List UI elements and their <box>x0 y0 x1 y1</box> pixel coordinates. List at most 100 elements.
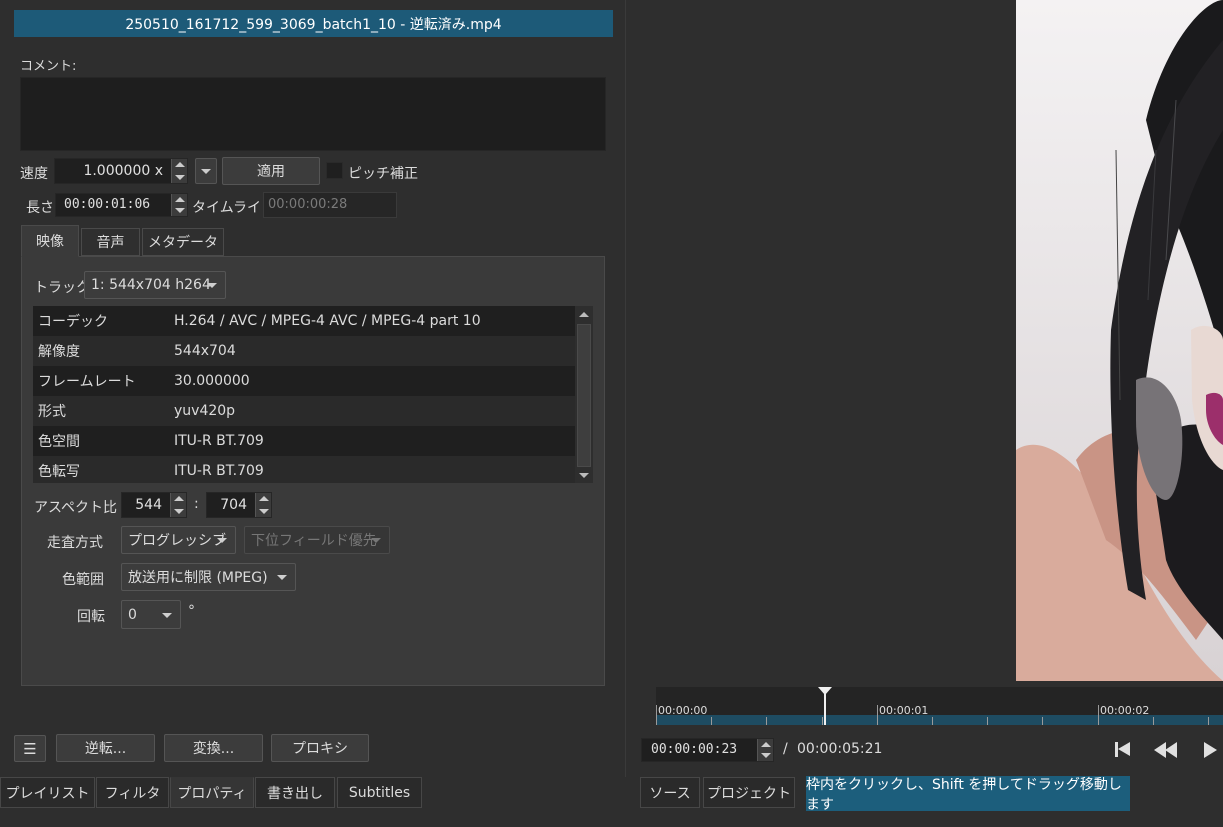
duration-spinbox[interactable]: 00:00:01:06 <box>55 193 188 217</box>
table-row: コーデック H.264 / AVC / MPEG-4 AVC / MPEG-4 p… <box>33 306 575 336</box>
table-cell-value: 30.000000 <box>174 373 250 389</box>
tab-source[interactable]: ソース <box>640 777 700 808</box>
table-cell-value: 544x704 <box>174 343 236 359</box>
aspect-width-arrows[interactable] <box>170 493 186 517</box>
pitch-checkbox[interactable] <box>326 162 343 179</box>
table-scrollbar[interactable] <box>575 306 593 483</box>
comment-label: コメント: <box>20 59 77 74</box>
position-spin-arrows[interactable] <box>757 739 773 761</box>
table-row: 解像度 544x704 <box>33 336 575 366</box>
table-cell-key: フレームレート <box>38 374 136 390</box>
table-cell-key: 色空間 <box>38 434 80 450</box>
chevron-down-icon <box>217 538 227 543</box>
table-row: フレームレート 30.000000 <box>33 366 575 396</box>
status-text: 枠内をクリックし、Shift を押してドラッグ移動します <box>806 776 1122 813</box>
table-cell-key: 色転写 <box>38 464 80 480</box>
timeline-ruler[interactable]: 00:00:00 00:00:01 00:00:02 <box>656 687 1223 725</box>
tab-audio[interactable]: 音声 <box>81 228 140 256</box>
tab-subtitles[interactable]: Subtitles <box>337 777 422 808</box>
video-frame <box>1016 0 1223 681</box>
ruler-minor-tick <box>822 717 823 725</box>
clip-title-bar: 250510_161712_599_3069_batch1_10 - 逆転済み.… <box>14 10 613 37</box>
timeline-duration-value: 00:00:00:28 <box>268 197 348 212</box>
color-range-label: 色範囲 <box>62 572 104 588</box>
video-viewer[interactable] <box>627 0 1223 681</box>
tab-properties[interactable]: プロパティ <box>170 777 254 808</box>
scroll-thumb[interactable] <box>577 324 591 467</box>
rewind-icon[interactable] <box>1154 742 1178 758</box>
duration-label: 長さ <box>26 200 54 216</box>
skip-to-start-icon[interactable] <box>1115 741 1131 758</box>
track-label: トラック <box>34 280 90 296</box>
ruler-minor-tick <box>1153 717 1154 725</box>
rotation-unit: ° <box>188 603 195 619</box>
aspect-label: アスペクト比 <box>34 500 118 516</box>
speed-value: 1.000000 x <box>83 163 163 179</box>
speed-spinbox[interactable]: 1.000000 x <box>54 158 188 184</box>
rotation-value: 0 <box>128 606 137 623</box>
scroll-up-icon[interactable] <box>579 312 589 317</box>
tab-video[interactable]: 映像 <box>21 225 79 257</box>
clip-title: 250510_161712_599_3069_batch1_10 - 逆転済み.… <box>125 16 502 33</box>
proxy-button[interactable]: プロキシ <box>271 734 369 762</box>
aspect-height-spinbox[interactable]: 704 <box>206 492 272 518</box>
tab-playlist[interactable]: プレイリスト <box>0 777 95 808</box>
ruler-label: 00:00:01 <box>879 704 929 717</box>
tab-project[interactable]: プロジェクト <box>703 777 795 808</box>
scan-mode-value: プログレッシブ <box>128 533 226 549</box>
aspect-separator: : <box>194 496 199 512</box>
field-order-dropdown: 下位フィールド優先 <box>244 526 390 554</box>
scroll-down-icon[interactable] <box>579 473 589 478</box>
tab-export[interactable]: 書き出し <box>255 777 335 808</box>
table-cell-key: 形式 <box>38 404 66 420</box>
table-cell-value: yuv420p <box>174 403 236 419</box>
duration-spin-arrows[interactable] <box>171 194 187 216</box>
play-icon[interactable] <box>1204 742 1217 758</box>
duration-value: 00:00:01:06 <box>64 197 151 212</box>
timeline-duration-field: 00:00:00:28 <box>263 192 397 218</box>
scan-mode-dropdown[interactable]: プログレッシブ <box>121 526 236 554</box>
table-row: 色空間 ITU-R BT.709 <box>33 426 575 456</box>
tab-metadata[interactable]: メタデータ <box>142 228 224 256</box>
table-cell-value: H.264 / AVC / MPEG-4 AVC / MPEG-4 part 1… <box>174 313 481 329</box>
aspect-width-value: 544 <box>135 497 162 513</box>
ruler-minor-tick <box>987 717 988 725</box>
tab-filters[interactable]: フィルタ <box>96 777 169 808</box>
media-info-table: コーデック H.264 / AVC / MPEG-4 AVC / MPEG-4 p… <box>33 306 593 483</box>
table-row: 色転写 ITU-R BT.709 <box>33 456 575 483</box>
ruler-label: 00:00:00 <box>658 704 708 717</box>
chevron-down-icon <box>162 612 172 618</box>
rotation-dropdown[interactable]: 0 <box>121 600 181 629</box>
color-range-dropdown[interactable]: 放送用に制限 (MPEG) <box>121 563 296 591</box>
menu-button[interactable]: ☰ <box>14 735 46 762</box>
scan-label: 走査方式 <box>47 535 103 551</box>
table-cell-value: ITU-R BT.709 <box>174 463 264 479</box>
total-duration: 00:00:05:21 <box>797 741 883 757</box>
speed-label: 速度 <box>20 166 48 182</box>
apply-button[interactable]: 適用 <box>222 157 320 185</box>
chevron-down-icon <box>201 168 211 174</box>
aspect-width-spinbox[interactable]: 544 <box>121 492 187 518</box>
speed-spin-arrows[interactable] <box>171 159 187 183</box>
chevron-down-icon <box>371 538 381 543</box>
status-message: 枠内をクリックし、Shift を押してドラッグ移動します <box>806 776 1130 813</box>
speed-preset-dropdown[interactable] <box>195 158 217 184</box>
ruler-minor-tick <box>711 717 712 725</box>
ruler-minor-tick <box>1208 717 1209 725</box>
chevron-down-icon <box>207 283 217 288</box>
position-spinbox[interactable]: 00:00:00:23 <box>641 738 774 762</box>
reverse-button[interactable]: 逆転... <box>56 734 155 762</box>
ruler-minor-tick <box>766 717 767 725</box>
table-cell-key: 解像度 <box>38 344 80 360</box>
playhead-marker-icon[interactable] <box>818 687 832 695</box>
track-dropdown[interactable]: 1: 544x704 h264 <box>84 271 226 299</box>
ruler-minor-tick <box>1042 717 1043 725</box>
comment-field[interactable] <box>20 77 606 151</box>
track-value: 1: 544x704 h264 <box>91 277 211 293</box>
convert-button[interactable]: 変換... <box>164 734 263 762</box>
aspect-height-arrows[interactable] <box>255 493 271 517</box>
chevron-down-icon <box>277 575 287 580</box>
ruler-label: 00:00:02 <box>1100 704 1150 717</box>
time-separator: / <box>783 741 788 757</box>
ruler-major-tick <box>656 705 657 725</box>
